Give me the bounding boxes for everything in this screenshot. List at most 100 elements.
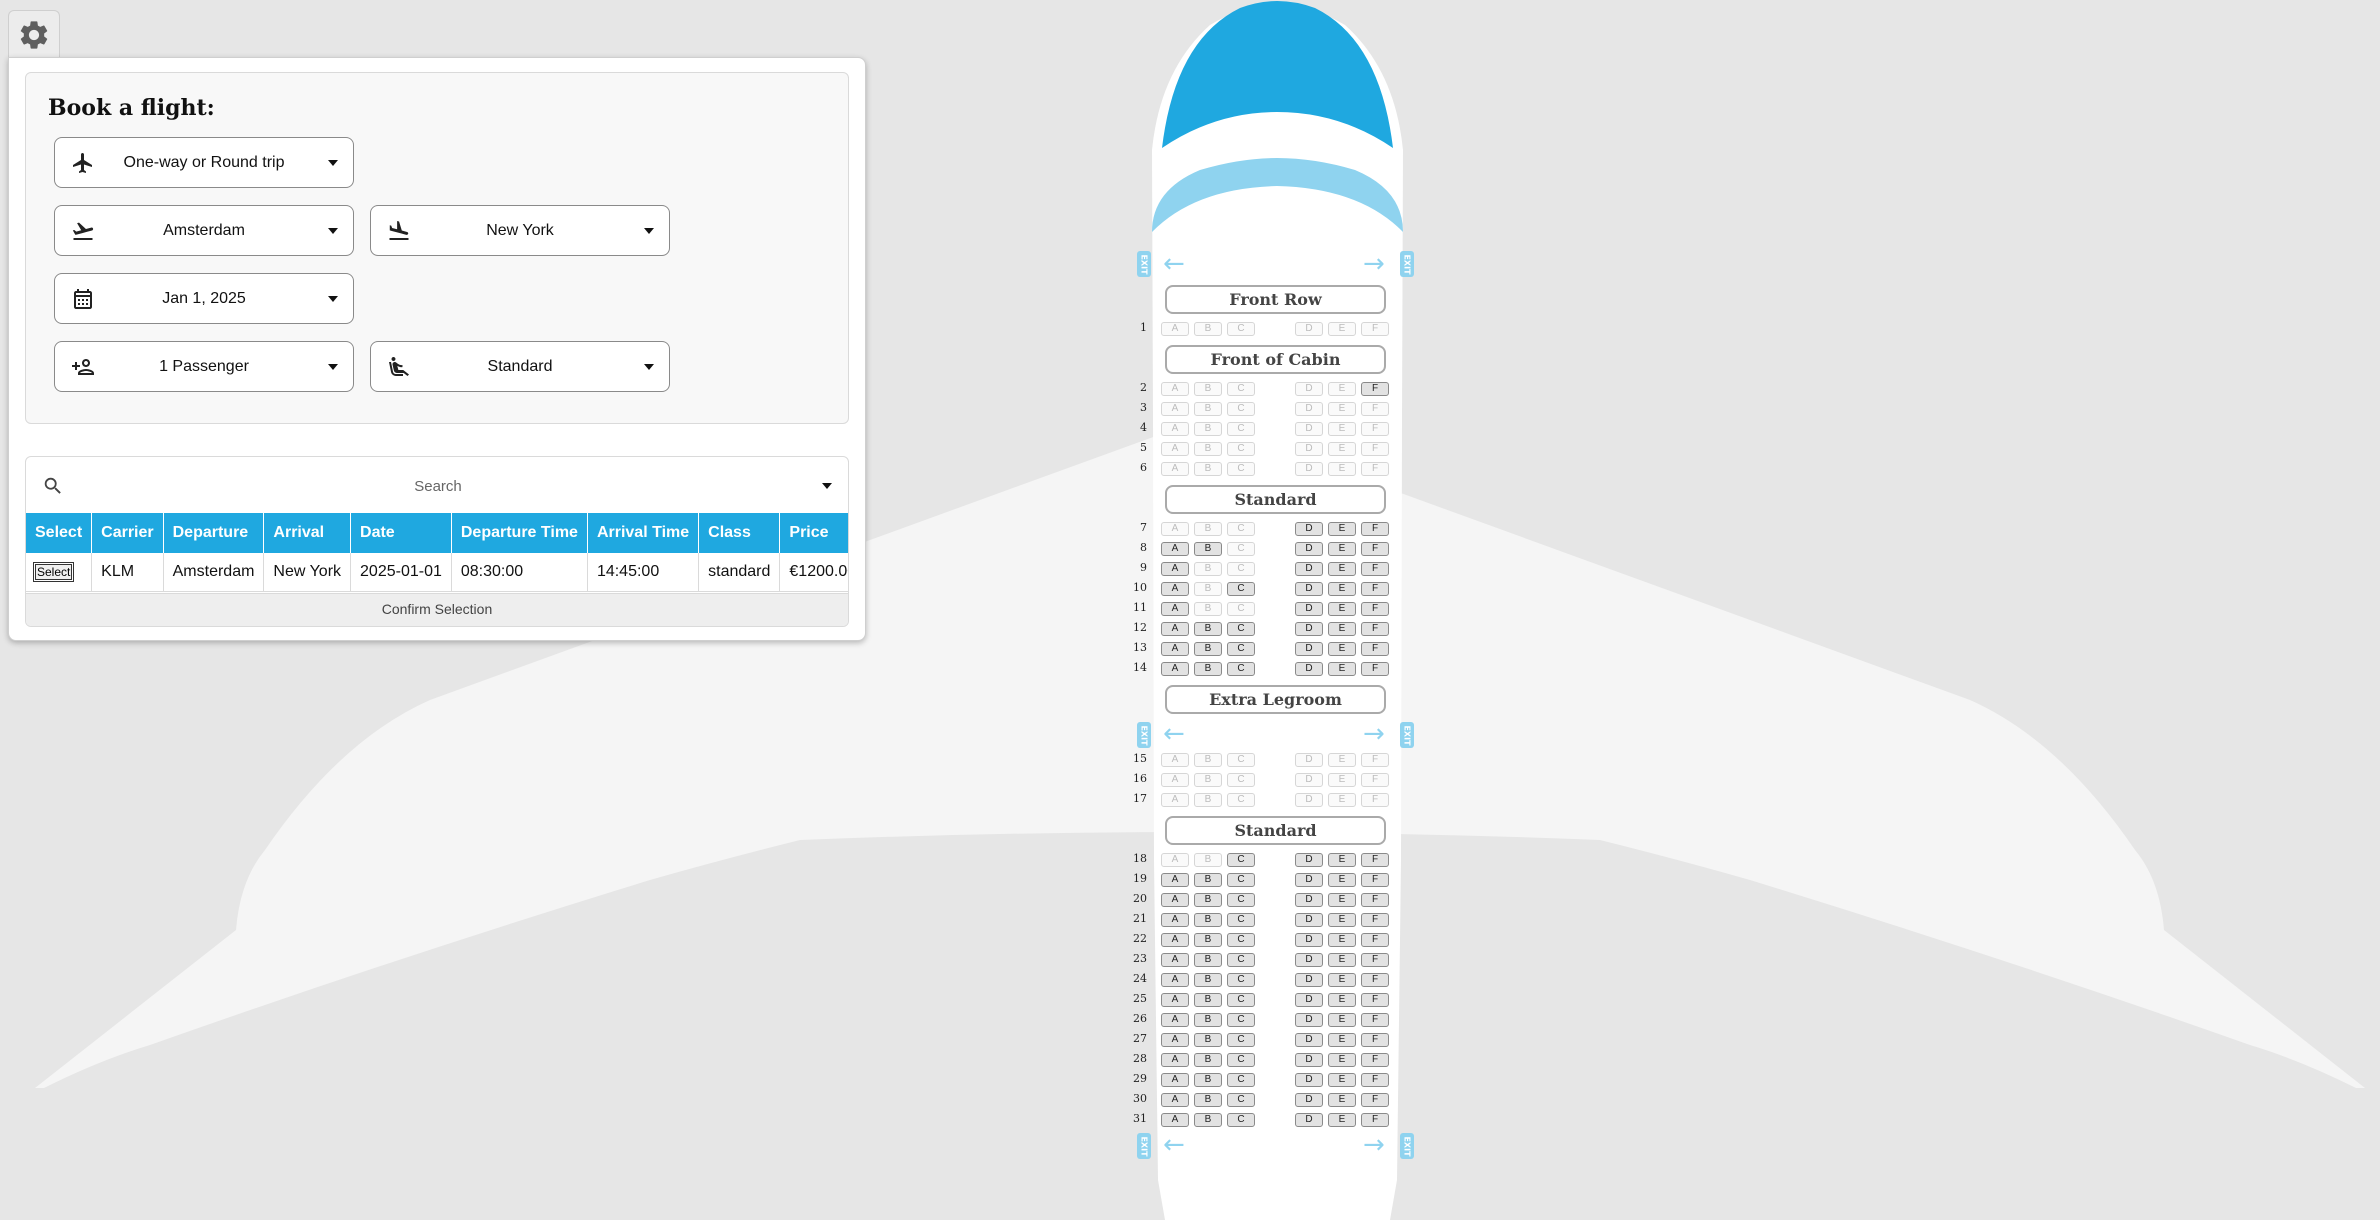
seat-25F[interactable]: F: [1361, 993, 1389, 1007]
seat-24A[interactable]: A: [1161, 973, 1189, 987]
trip-type-select[interactable]: One-way or Round trip: [54, 137, 354, 188]
seat-26D[interactable]: D: [1295, 1013, 1323, 1027]
seat-22B[interactable]: B: [1194, 933, 1222, 947]
seat-22D[interactable]: D: [1295, 933, 1323, 947]
seat-12D[interactable]: D: [1295, 622, 1323, 636]
seat-30F[interactable]: F: [1361, 1093, 1389, 1107]
seat-20F[interactable]: F: [1361, 893, 1389, 907]
seat-2F[interactable]: F: [1361, 382, 1389, 396]
seat-26C[interactable]: C: [1227, 1013, 1255, 1027]
seat-18E[interactable]: E: [1328, 853, 1356, 867]
seat-11F[interactable]: F: [1361, 602, 1389, 616]
seat-30C[interactable]: C: [1227, 1093, 1255, 1107]
seat-13F[interactable]: F: [1361, 642, 1389, 656]
seat-19E[interactable]: E: [1328, 873, 1356, 887]
seat-7F[interactable]: F: [1361, 522, 1389, 536]
seat-22C[interactable]: C: [1227, 933, 1255, 947]
seat-29A[interactable]: A: [1161, 1073, 1189, 1087]
seat-29D[interactable]: D: [1295, 1073, 1323, 1087]
settings-tab[interactable]: [8, 10, 60, 59]
seat-20B[interactable]: B: [1194, 893, 1222, 907]
seat-26F[interactable]: F: [1361, 1013, 1389, 1027]
seat-25C[interactable]: C: [1227, 993, 1255, 1007]
seat-24E[interactable]: E: [1328, 973, 1356, 987]
seat-14C[interactable]: C: [1227, 662, 1255, 676]
seat-31C[interactable]: C: [1227, 1113, 1255, 1127]
seat-22E[interactable]: E: [1328, 933, 1356, 947]
seat-21A[interactable]: A: [1161, 913, 1189, 927]
seat-21F[interactable]: F: [1361, 913, 1389, 927]
seat-12B[interactable]: B: [1194, 622, 1222, 636]
seat-30B[interactable]: B: [1194, 1093, 1222, 1107]
seat-29C[interactable]: C: [1227, 1073, 1255, 1087]
seat-10D[interactable]: D: [1295, 582, 1323, 596]
seat-10E[interactable]: E: [1328, 582, 1356, 596]
seat-29B[interactable]: B: [1194, 1073, 1222, 1087]
seat-19C[interactable]: C: [1227, 873, 1255, 887]
seat-21D[interactable]: D: [1295, 913, 1323, 927]
seat-27F[interactable]: F: [1361, 1033, 1389, 1047]
seat-10A[interactable]: A: [1161, 582, 1189, 596]
seat-23D[interactable]: D: [1295, 953, 1323, 967]
seat-23B[interactable]: B: [1194, 953, 1222, 967]
seat-28C[interactable]: C: [1227, 1053, 1255, 1067]
gear-icon[interactable]: [17, 18, 51, 52]
seat-9F[interactable]: F: [1361, 562, 1389, 576]
seat-24D[interactable]: D: [1295, 973, 1323, 987]
seat-25B[interactable]: B: [1194, 993, 1222, 1007]
seat-23C[interactable]: C: [1227, 953, 1255, 967]
chevron-down-icon[interactable]: [822, 483, 832, 489]
seat-14B[interactable]: B: [1194, 662, 1222, 676]
seat-22A[interactable]: A: [1161, 933, 1189, 947]
seat-26B[interactable]: B: [1194, 1013, 1222, 1027]
seat-20D[interactable]: D: [1295, 893, 1323, 907]
seat-13C[interactable]: C: [1227, 642, 1255, 656]
seat-12E[interactable]: E: [1328, 622, 1356, 636]
seat-30A[interactable]: A: [1161, 1093, 1189, 1107]
seat-27B[interactable]: B: [1194, 1033, 1222, 1047]
seat-31B[interactable]: B: [1194, 1113, 1222, 1127]
select-flight-button[interactable]: Select: [32, 562, 75, 582]
seat-19B[interactable]: B: [1194, 873, 1222, 887]
confirm-selection-button[interactable]: Confirm Selection: [26, 593, 848, 626]
seat-8B[interactable]: B: [1194, 542, 1222, 556]
class-select[interactable]: Standard: [370, 341, 670, 392]
seat-8A[interactable]: A: [1161, 542, 1189, 556]
search-input[interactable]: [76, 469, 800, 503]
seat-10C[interactable]: C: [1227, 582, 1255, 596]
seat-31F[interactable]: F: [1361, 1113, 1389, 1127]
seat-31E[interactable]: E: [1328, 1113, 1356, 1127]
seat-29F[interactable]: F: [1361, 1073, 1389, 1087]
seat-28E[interactable]: E: [1328, 1053, 1356, 1067]
seat-29E[interactable]: E: [1328, 1073, 1356, 1087]
seat-24F[interactable]: F: [1361, 973, 1389, 987]
seat-7D[interactable]: D: [1295, 522, 1323, 536]
seat-23A[interactable]: A: [1161, 953, 1189, 967]
seat-27E[interactable]: E: [1328, 1033, 1356, 1047]
origin-select[interactable]: Amsterdam: [54, 205, 354, 256]
seat-8F[interactable]: F: [1361, 542, 1389, 556]
seat-23E[interactable]: E: [1328, 953, 1356, 967]
seat-28B[interactable]: B: [1194, 1053, 1222, 1067]
seat-9E[interactable]: E: [1328, 562, 1356, 576]
seat-7E[interactable]: E: [1328, 522, 1356, 536]
seat-13B[interactable]: B: [1194, 642, 1222, 656]
seat-25A[interactable]: A: [1161, 993, 1189, 1007]
seat-20A[interactable]: A: [1161, 893, 1189, 907]
seat-23F[interactable]: F: [1361, 953, 1389, 967]
seat-20E[interactable]: E: [1328, 893, 1356, 907]
seat-8E[interactable]: E: [1328, 542, 1356, 556]
seat-19F[interactable]: F: [1361, 873, 1389, 887]
seat-26A[interactable]: A: [1161, 1013, 1189, 1027]
seat-9A[interactable]: A: [1161, 562, 1189, 576]
seat-21B[interactable]: B: [1194, 913, 1222, 927]
seat-28D[interactable]: D: [1295, 1053, 1323, 1067]
seat-30E[interactable]: E: [1328, 1093, 1356, 1107]
seat-28A[interactable]: A: [1161, 1053, 1189, 1067]
seat-28F[interactable]: F: [1361, 1053, 1389, 1067]
seat-24B[interactable]: B: [1194, 973, 1222, 987]
seat-27A[interactable]: A: [1161, 1033, 1189, 1047]
seat-19D[interactable]: D: [1295, 873, 1323, 887]
seat-22F[interactable]: F: [1361, 933, 1389, 947]
seat-24C[interactable]: C: [1227, 973, 1255, 987]
